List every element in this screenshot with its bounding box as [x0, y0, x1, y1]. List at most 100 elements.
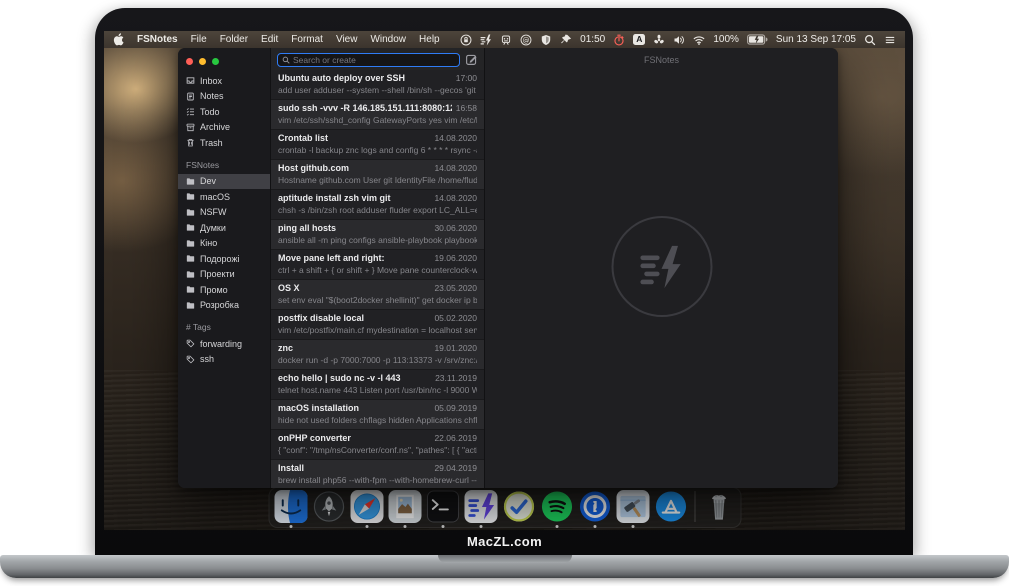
- sidebar-folder[interactable]: Проекти: [178, 267, 270, 283]
- dock: [268, 487, 741, 528]
- folder-icon: [186, 192, 195, 201]
- menu-item[interactable]: Folder: [220, 34, 248, 45]
- note-row[interactable]: znc 19.01.2020 docker run -d -p 7000:700…: [271, 340, 484, 370]
- folder-icon: [186, 285, 195, 294]
- notification-center-icon[interactable]: [884, 34, 896, 46]
- active-app-name[interactable]: FSNotes: [137, 34, 178, 45]
- wifi-icon[interactable]: [693, 34, 705, 46]
- dock-app-mail[interactable]: [388, 490, 421, 523]
- note-row[interactable]: aptitude install zsh vim git 14.08.2020 …: [271, 190, 484, 220]
- sidebar-tag[interactable]: forwarding: [178, 336, 270, 352]
- pomodoro-timer-icon[interactable]: [613, 34, 625, 46]
- fan-icon[interactable]: [653, 34, 665, 46]
- menu-item[interactable]: File: [191, 34, 207, 45]
- fsnotes-status-icon[interactable]: [480, 34, 492, 46]
- sidebar-item[interactable]: Archive: [178, 120, 270, 136]
- note-row[interactable]: Host github.com 14.08.2020 Hostname gith…: [271, 160, 484, 190]
- note-date: 19.06.2020: [434, 253, 477, 263]
- new-note-icon[interactable]: [465, 53, 478, 66]
- note-date: 30.06.2020: [434, 223, 477, 233]
- sidebar-folder-label: NSFW: [200, 207, 227, 217]
- sidebar-folder-label: Кіно: [200, 238, 217, 248]
- note-preview: telnet host.name 443 Listen port /usr/bi…: [278, 385, 477, 395]
- zoom-button[interactable]: [212, 58, 219, 65]
- menu-bar: FSNotes File Folder Edit Format View Window He…: [104, 31, 905, 48]
- note-row[interactable]: Ubuntu auto deploy over SSH 17:00 add us…: [271, 70, 484, 100]
- menu-item[interactable]: Format: [291, 34, 323, 45]
- note-row[interactable]: ping all hosts 30.06.2020 ansible all -m…: [271, 220, 484, 250]
- dock-app-appstore[interactable]: [654, 490, 687, 523]
- notes-icon: [186, 92, 195, 101]
- note-row[interactable]: echo hello | sudo nc -v -l 443 23.11.201…: [271, 370, 484, 400]
- minimize-button[interactable]: [199, 58, 206, 65]
- menu-item[interactable]: View: [336, 34, 358, 45]
- bezel-brand-label: MacZL.com: [104, 534, 905, 549]
- sidebar-folder[interactable]: Промо: [178, 282, 270, 298]
- note-preview: vim /etc/ssh/sshd_config GatewayPorts ye…: [278, 115, 477, 125]
- dock-app-fsnotes[interactable]: [464, 490, 497, 523]
- note-row[interactable]: postfix disable local 05.02.2020 vim /et…: [271, 310, 484, 340]
- sidebar-item-label: Inbox: [200, 76, 222, 86]
- sidebar-folder-label: Проекти: [200, 269, 235, 279]
- shield-icon[interactable]: [540, 34, 552, 46]
- dock-app-terminal[interactable]: [426, 490, 459, 523]
- sidebar-folder[interactable]: macOS: [178, 189, 270, 205]
- dock-trash[interactable]: [702, 490, 735, 523]
- sidebar-item[interactable]: Inbox: [178, 73, 270, 89]
- privacy-lock-icon[interactable]: [460, 34, 472, 46]
- laptop-mockup: FSNotes File Folder Edit Format View Window He…: [0, 0, 1009, 586]
- battery-charging-icon[interactable]: [747, 34, 768, 45]
- sidebar-item[interactable]: Notes: [178, 89, 270, 105]
- at-circle-icon[interactable]: @: [520, 34, 532, 46]
- note-row[interactable]: OS X 23.05.2020 set env eval "$(boot2doc…: [271, 280, 484, 310]
- window-controls: [178, 53, 270, 73]
- note-title: znc: [278, 343, 430, 353]
- battery-percentage[interactable]: 100%: [713, 34, 739, 45]
- folder-icon: [186, 301, 195, 310]
- menu-item[interactable]: Help: [419, 34, 440, 45]
- note-title: Crontab list: [278, 133, 430, 143]
- todo-icon: [186, 107, 195, 116]
- sidebar-folder[interactable]: Dev: [178, 174, 270, 190]
- dock-app-spotify[interactable]: [540, 490, 573, 523]
- sidebar-item[interactable]: Trash: [178, 135, 270, 151]
- note-row[interactable]: onPHP converter 22.06.2019 { "conf": "/t…: [271, 430, 484, 460]
- search-field[interactable]: [277, 53, 460, 67]
- sidebar-item[interactable]: Todo: [178, 104, 270, 120]
- sidebar-folder[interactable]: Подорожі: [178, 251, 270, 267]
- menubar-clock[interactable]: Sun 13 Sep 17:05: [776, 34, 856, 45]
- search-input[interactable]: [293, 55, 455, 65]
- folder-icon: [186, 223, 195, 232]
- pomodoro-time[interactable]: 01:50: [580, 34, 605, 45]
- close-button[interactable]: [186, 58, 193, 65]
- folder-icon: [186, 254, 195, 263]
- dock-app-finder[interactable]: [274, 490, 307, 523]
- dock-app-launchpad[interactable]: [312, 490, 345, 523]
- dock-app-safari[interactable]: [350, 490, 383, 523]
- sidebar-tag[interactable]: ssh: [178, 352, 270, 368]
- note-row[interactable]: macOS installation 05.09.2019 hide not u…: [271, 400, 484, 430]
- sidebar-folder[interactable]: Кіно: [178, 236, 270, 252]
- spotlight-search-icon[interactable]: [864, 34, 876, 46]
- note-row[interactable]: sudo ssh -vvv -R 146.185.151.111:8080:12…: [271, 100, 484, 130]
- sidebar-folder[interactable]: Розробка: [178, 298, 270, 314]
- note-row[interactable]: Move pane left and right: 19.06.2020 ctr…: [271, 250, 484, 280]
- note-row[interactable]: Install 29.04.2019 brew install php56 --…: [271, 460, 484, 488]
- dock-app-onepassword[interactable]: [578, 490, 611, 523]
- menu-item[interactable]: Edit: [261, 34, 278, 45]
- dock-app-things[interactable]: [502, 490, 535, 523]
- tag-icon: [186, 339, 195, 348]
- note-preview: hide not used folders chflags hidden App…: [278, 415, 477, 425]
- input-source-badge[interactable]: A: [633, 34, 645, 45]
- menu-item[interactable]: Window: [370, 34, 406, 45]
- editor-pane[interactable]: FSNotes: [485, 48, 838, 488]
- apple-menu-icon[interactable]: [113, 33, 124, 46]
- robot-icon[interactable]: [500, 34, 512, 46]
- sidebar-folder[interactable]: Думки: [178, 220, 270, 236]
- volume-icon[interactable]: [673, 34, 685, 46]
- sidebar-folder-label: Думки: [200, 223, 226, 233]
- sidebar-folder[interactable]: NSFW: [178, 205, 270, 221]
- note-row[interactable]: Crontab list 14.08.2020 crontab -l backu…: [271, 130, 484, 160]
- dock-app-xcode[interactable]: [616, 490, 649, 523]
- pushpin-icon[interactable]: [560, 34, 572, 46]
